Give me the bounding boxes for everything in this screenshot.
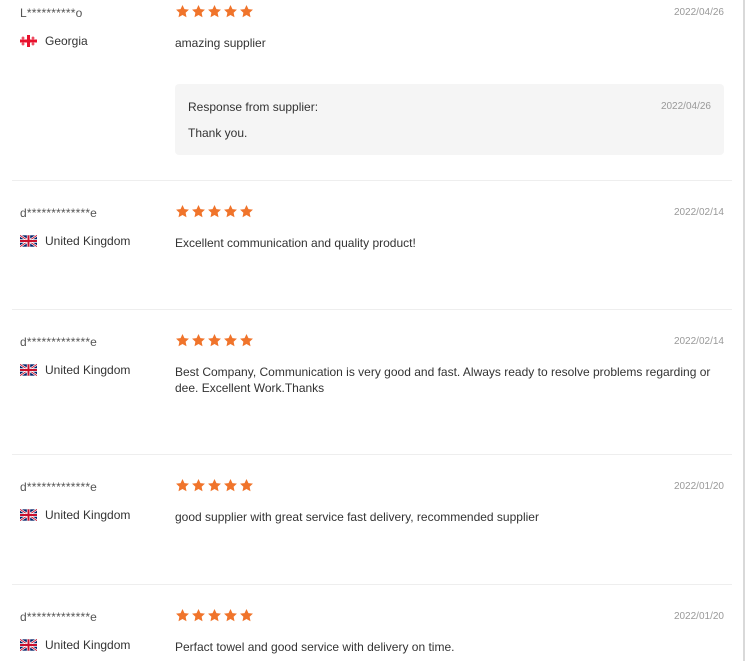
star-icon xyxy=(223,478,238,493)
star-rating xyxy=(175,608,254,623)
star-icon xyxy=(175,4,190,19)
review-item: d*************e United Kingdom 2022/01/2… xyxy=(12,604,732,661)
country-name: United Kingdom xyxy=(45,234,131,248)
star-icon xyxy=(191,478,206,493)
response-date: 2022/04/26 xyxy=(660,101,711,112)
review-item: d*************e United Kingdom 2022/02/1… xyxy=(12,200,732,310)
star-icon xyxy=(223,333,238,348)
reviewer-country: United Kingdom xyxy=(20,363,130,377)
review-comment: Perfact towel and good service with deli… xyxy=(175,640,455,654)
review-comment: good supplier with great service fast de… xyxy=(175,510,539,524)
star-icon xyxy=(175,333,190,348)
review-item: L**********o Georgia 2022/04/26 amazing … xyxy=(12,0,732,181)
star-icon xyxy=(207,204,222,219)
uk-flag-icon xyxy=(20,509,37,521)
star-icon xyxy=(191,204,206,219)
review-comment: amazing supplier xyxy=(175,36,266,50)
review-item: d*************e United Kingdom 2022/01/2… xyxy=(12,474,732,585)
supplier-response: Response from supplier: 2022/04/26 Thank… xyxy=(175,84,724,155)
star-icon xyxy=(223,608,238,623)
star-icon xyxy=(223,204,238,219)
country-name: United Kingdom xyxy=(45,363,131,377)
star-icon xyxy=(207,478,222,493)
review-date: 2022/02/14 xyxy=(673,336,724,347)
response-text: Thank you. xyxy=(188,126,248,140)
reviewer-country: United Kingdom xyxy=(20,508,130,522)
star-icon xyxy=(239,204,254,219)
reviewer-name: d*************e xyxy=(20,335,98,349)
uk-flag-icon xyxy=(20,364,37,376)
star-icon xyxy=(175,478,190,493)
review-date: 2022/02/14 xyxy=(673,207,724,218)
star-icon xyxy=(175,608,190,623)
star-rating xyxy=(175,204,254,219)
country-name: Georgia xyxy=(45,34,88,48)
response-title: Response from supplier: xyxy=(188,100,319,114)
reviewer-name: d*************e xyxy=(20,206,98,220)
georgia-flag-icon xyxy=(20,35,37,47)
country-name: United Kingdom xyxy=(45,508,131,522)
reviewer-name: d*************e xyxy=(20,480,98,494)
review-item: d*************e United Kingdom 2022/02/1… xyxy=(12,329,732,455)
country-name: United Kingdom xyxy=(45,638,131,652)
reviewer-name: L**********o xyxy=(20,6,83,20)
star-icon xyxy=(191,608,206,623)
star-icon xyxy=(175,204,190,219)
reviewer-country: United Kingdom xyxy=(20,234,130,248)
star-rating xyxy=(175,333,254,348)
review-date: 2022/01/20 xyxy=(673,481,724,492)
star-icon xyxy=(207,4,222,19)
star-icon xyxy=(207,608,222,623)
star-rating xyxy=(175,478,254,493)
review-comment: Excellent communication and quality prod… xyxy=(175,236,416,250)
star-icon xyxy=(191,333,206,348)
reviewer-country: United Kingdom xyxy=(20,638,130,652)
review-comment: Best Company, Communication is very good… xyxy=(175,365,711,395)
review-date: 2022/01/20 xyxy=(673,611,724,622)
star-rating xyxy=(175,4,254,19)
review-date: 2022/04/26 xyxy=(673,7,724,18)
uk-flag-icon xyxy=(20,235,37,247)
star-icon xyxy=(239,4,254,19)
star-icon xyxy=(239,478,254,493)
reviewer-name: d*************e xyxy=(20,610,98,624)
star-icon xyxy=(239,333,254,348)
star-icon xyxy=(239,608,254,623)
star-icon xyxy=(191,4,206,19)
uk-flag-icon xyxy=(20,639,37,651)
star-icon xyxy=(223,4,238,19)
star-icon xyxy=(207,333,222,348)
reviewer-country: Georgia xyxy=(20,34,88,48)
